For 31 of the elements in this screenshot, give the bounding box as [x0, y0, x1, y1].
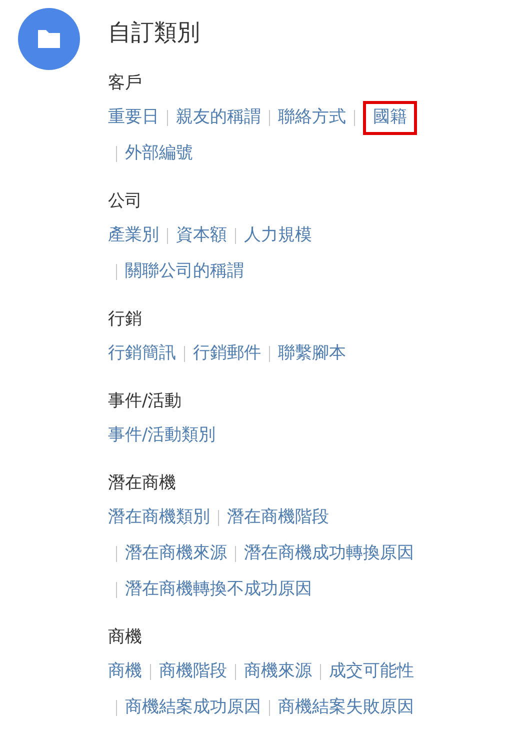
- category-link[interactable]: 親友的稱謂: [176, 105, 261, 131]
- section-heading: 商機: [108, 626, 143, 649]
- section-heading: 客戶: [108, 72, 143, 95]
- section-heading: 事件/活動: [108, 390, 183, 413]
- category-link[interactable]: 成交可能性: [329, 659, 414, 685]
- category-link[interactable]: 資本額: [176, 223, 227, 249]
- category-link[interactable]: 事件/活動類別: [108, 423, 216, 449]
- category-link[interactable]: 潛在商機來源: [125, 541, 227, 567]
- category-link[interactable]: 商機結案成功原因: [125, 695, 261, 721]
- category-link[interactable]: 商機階段: [159, 659, 227, 685]
- category-link[interactable]: 潛在商機轉換不成功原因: [125, 577, 312, 603]
- category-link[interactable]: 商機: [108, 659, 142, 685]
- category-link[interactable]: 潛在商機成功轉換原因: [244, 541, 414, 567]
- category-link[interactable]: 國籍: [363, 101, 417, 135]
- page-title: 自訂類別: [108, 19, 201, 48]
- category-link[interactable]: 潛在商機類別: [108, 505, 210, 531]
- category-link[interactable]: 重要日: [108, 105, 159, 131]
- category-link[interactable]: 商機來源: [244, 659, 312, 685]
- category-link[interactable]: 關聯公司的稱謂: [125, 259, 244, 285]
- category-link[interactable]: 行銷簡訊: [108, 341, 176, 367]
- section-heading: 行銷: [108, 308, 143, 331]
- section-heading: 公司: [108, 190, 143, 213]
- category-link[interactable]: 聯繫腳本: [278, 341, 346, 367]
- category-link[interactable]: 產業別: [108, 223, 159, 249]
- section-heading: 潛在商機: [108, 472, 177, 495]
- category-link[interactable]: 外部編號: [125, 141, 193, 167]
- category-link[interactable]: 聯絡方式: [278, 105, 346, 131]
- category-link[interactable]: 人力規模: [244, 223, 312, 249]
- category-link[interactable]: 商機結案失敗原因: [278, 695, 414, 721]
- category-link[interactable]: 行銷郵件: [193, 341, 261, 367]
- category-link[interactable]: 潛在商機階段: [227, 505, 329, 531]
